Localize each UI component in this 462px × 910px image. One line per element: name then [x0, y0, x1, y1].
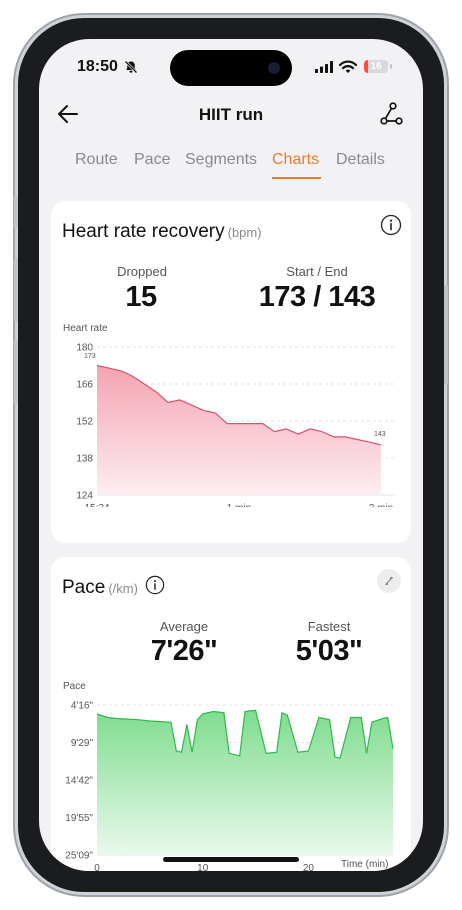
power-button	[444, 285, 448, 385]
heart-rate-unit: (bpm)	[227, 225, 262, 240]
pace-y-tick-label: 14'42"	[65, 775, 93, 786]
dynamic-island	[170, 50, 292, 86]
home-indicator	[163, 857, 299, 862]
volume-up-button	[14, 258, 18, 322]
wifi-icon	[339, 60, 357, 73]
dropped-value: 15	[125, 281, 157, 313]
expand-icon[interactable]	[377, 569, 401, 593]
hr-y-tick-label: 180	[76, 343, 93, 354]
pace-x-axis-title: Time (min)	[341, 859, 388, 870]
hr-area	[97, 365, 381, 495]
action-button	[14, 196, 18, 228]
hr-x-tick-label: 2 min	[369, 503, 393, 507]
app-screen: 18:50 16 HIIT run Route Pace Segments Ch…	[39, 39, 423, 871]
start-end-label: Start / End	[286, 264, 348, 279]
hr-y-tick-label: 152	[76, 417, 93, 428]
pace-y-tick-label: 25'09"	[65, 851, 93, 862]
expand-arrows-icon	[385, 577, 393, 585]
pace-x-tick-label: 0	[94, 863, 100, 871]
average-label: Average	[159, 619, 209, 634]
pace-title-text: Pace	[62, 577, 106, 598]
heart-rate-chart: Heart rate 180 166 152 138 124 173 143 15:34…	[63, 323, 395, 507]
info-icon[interactable]	[145, 575, 165, 595]
pace-x-tick-label: 20	[303, 863, 315, 871]
pace-chart: Pace 4'16"9'29"14'42"19'55"25'09" 0 10 20 …	[63, 681, 394, 871]
pace-y-tick-label: 4'16"	[71, 701, 94, 712]
info-icon[interactable]	[380, 214, 402, 236]
hr-x-tick-label: 1 min	[227, 503, 251, 507]
pace-x-tick-label: 10	[197, 863, 209, 871]
nav-bar: HIIT run	[39, 95, 423, 135]
heart-rate-card: Heart rate recovery (bpm) Dropped 15 Star…	[51, 201, 411, 543]
tab-details[interactable]: Details	[336, 151, 385, 169]
volume-down-button	[14, 340, 18, 404]
hr-x-tick-label: 15:34	[84, 503, 109, 507]
hr-y-tick-label: 166	[76, 380, 93, 391]
page-title: HIIT run	[198, 105, 264, 124]
pace-area	[97, 710, 393, 855]
hr-y-tick-label: 124	[76, 491, 93, 502]
battery-tip	[390, 64, 392, 69]
active-tab-indicator	[272, 177, 321, 179]
start-end-value: 173 / 143	[258, 281, 376, 313]
pace-y-tick-label: 9'29"	[71, 738, 94, 749]
cellular-signal-icon	[315, 61, 333, 73]
hr-y-tick-label: 138	[76, 454, 93, 465]
fastest-value: 5'03"	[295, 635, 363, 667]
battery-indicator: 16	[364, 60, 388, 73]
pace-title: Pace (/km)	[62, 577, 138, 599]
hr-start-marker: 173	[84, 353, 96, 360]
heart-rate-title-text: Heart rate recovery	[62, 221, 225, 242]
dropped-label: Dropped	[117, 264, 167, 279]
tab-charts[interactable]: Charts	[272, 151, 319, 169]
hr-end-marker: 143	[374, 431, 386, 438]
tab-segments[interactable]: Segments	[185, 151, 257, 169]
pace-unit: (/km)	[108, 581, 138, 596]
pace-card: Pace(/km) Average 7'26" Fastest 5'03" P	[51, 557, 411, 871]
bell-slash-icon	[124, 60, 138, 74]
status-time: 18:50	[77, 58, 118, 75]
tab-pace[interactable]: Pace	[134, 151, 170, 169]
camera-lens	[268, 62, 280, 74]
route-share-icon[interactable]	[379, 101, 405, 127]
battery-level: 16	[370, 61, 382, 72]
tab-bar: Route Pace Segments Charts Details	[39, 151, 423, 187]
pace-y-tick-label: 19'55"	[65, 813, 93, 824]
tab-route[interactable]: Route	[75, 151, 118, 169]
hr-y-axis-title: Heart rate	[63, 323, 108, 334]
pace-y-axis-title: Pace	[63, 681, 86, 692]
heart-rate-title: Heart rate recovery (bpm)	[62, 221, 262, 243]
fastest-label: Fastest	[307, 619, 351, 634]
